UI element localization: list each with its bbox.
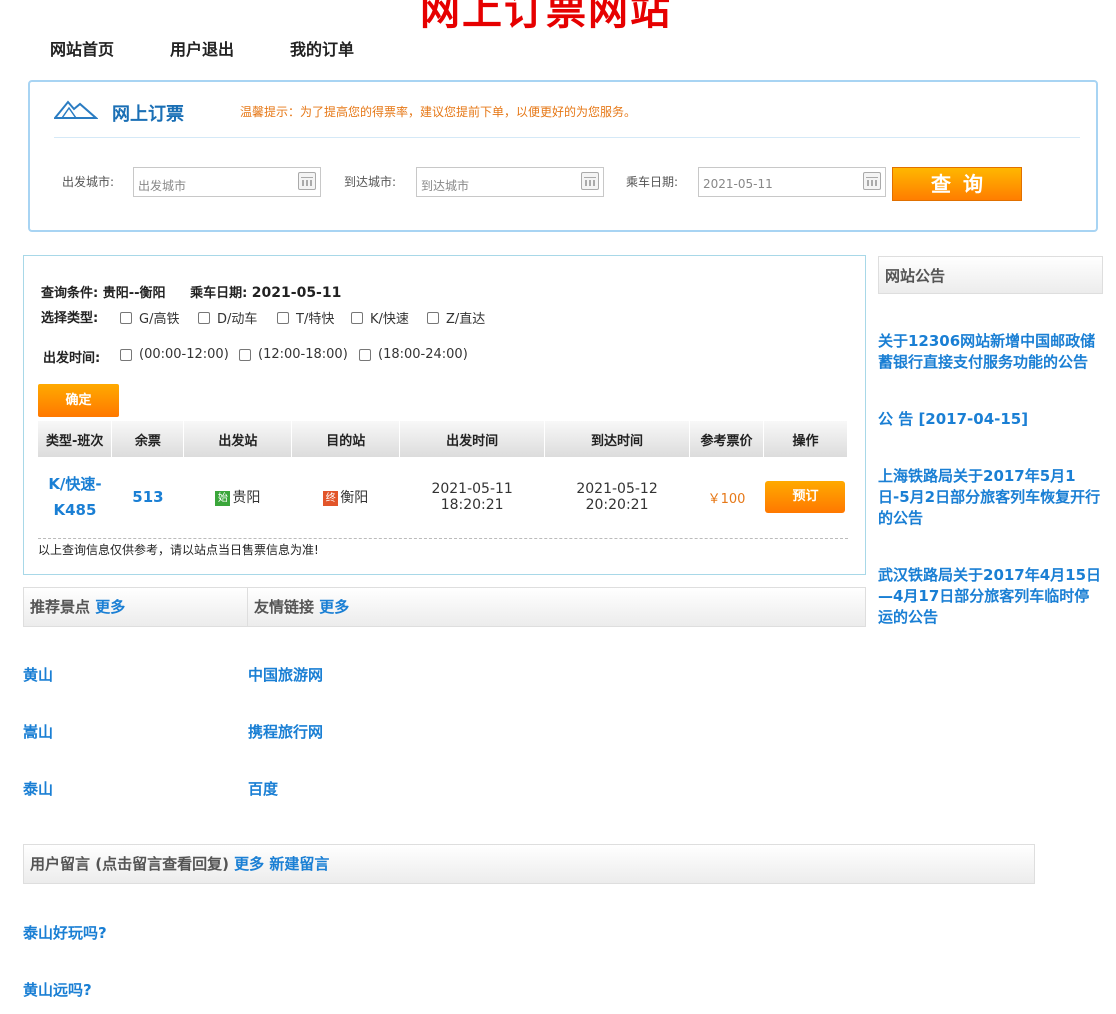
messages-header: 用户留言 (点击留言查看回复) 更多 新建留言 (23, 844, 1035, 884)
nav-logout[interactable]: 用户退出 (170, 36, 234, 60)
start-station-badge: 始 (215, 491, 231, 506)
type-checkbox-d[interactable]: D/动车 (198, 308, 257, 327)
message-item[interactable]: 黄山远吗? (23, 979, 92, 1000)
train-type[interactable]: K/快速- (38, 471, 112, 497)
type-filter-label: 选择类型: (41, 311, 99, 326)
time-checkbox-afternoon[interactable]: (12:00-18:00) (239, 347, 348, 362)
end-station-badge: 终 (323, 491, 339, 506)
col-price: 参考票价 (689, 421, 764, 457)
booking-header: 网上订票 温馨提示：为了提高您的得票率，建议您提前下单，以便更好的为您服务。 (54, 94, 1080, 138)
remaining-tickets: 513 (132, 488, 164, 506)
notice-item[interactable]: 武汉铁路局关于2017年4月15日—4月17日部分旅客列车临时停运的公告 (878, 565, 1103, 628)
condition-value: 贵阳--衡阳 (102, 286, 166, 301)
query-button[interactable]: 查询 (892, 167, 1022, 201)
checkbox[interactable] (198, 311, 210, 324)
calendar-icon[interactable] (581, 172, 599, 190)
to-city-label: 到达城市: (344, 175, 397, 189)
notice-item[interactable]: 公 告 [2017-04-15] (878, 409, 1103, 430)
from-city-input[interactable]: 出发城市 (133, 167, 321, 197)
to-city-placeholder: 到达城市 (421, 179, 470, 193)
booking-panel: 网上订票 温馨提示：为了提高您的得票率，建议您提前下单，以便更好的为您服务。 出… (28, 80, 1098, 232)
booking-tip: 温馨提示：为了提高您的得票率，建议您提前下单，以便更好的为您服务。 (240, 105, 637, 119)
checkbox[interactable] (120, 311, 132, 324)
ticket-price: ￥100 (707, 491, 746, 507)
checkbox[interactable] (427, 311, 439, 324)
train-table: 类型-班次 余票 出发站 目的站 出发时间 到达时间 参考票价 操作 K/快速-… (38, 421, 849, 537)
time-filter-label: 出发时间: (43, 351, 101, 366)
book-button[interactable]: 预订 (765, 481, 846, 513)
train-cell[interactable]: K/快速- K485 (38, 457, 112, 537)
col-train: 类型-班次 (38, 421, 113, 457)
arrive-time: 2021-05-12 20:20:21 (576, 481, 658, 513)
links-header: 友情链接 更多 (247, 587, 866, 627)
to-station: 衡阳 (340, 490, 369, 506)
checkbox[interactable] (359, 348, 371, 361)
mountain-icon (54, 100, 98, 119)
type-checkbox-z[interactable]: Z/直达 (427, 308, 485, 327)
from-city-label: 出发城市: (62, 175, 115, 189)
scenic-item[interactable]: 泰山 (23, 778, 53, 799)
notice-header: 网站公告 (878, 256, 1103, 294)
scenic-more-link[interactable]: 更多 (95, 598, 125, 616)
depart-time: 2021-05-11 18:20:21 (431, 481, 513, 513)
messages-title: 用户留言 (点击留言查看回复) (30, 855, 229, 873)
train-number[interactable]: K485 (38, 497, 112, 523)
scenic-header: 推荐景点 更多 (23, 587, 248, 627)
date-input[interactable]: 2021-05-11 (698, 167, 886, 197)
links-more-link[interactable]: 更多 (319, 598, 349, 616)
nav-home[interactable]: 网站首页 (50, 36, 114, 60)
checkbox[interactable] (351, 311, 363, 324)
type-checkbox-t[interactable]: T/特快 (277, 308, 334, 327)
checkbox[interactable] (277, 311, 289, 324)
notice-item[interactable]: 上海铁路局关于2017年5月1日-5月2日部分旅客列车恢复开行的公告 (878, 466, 1103, 529)
booking-title: 网上订票 (112, 104, 184, 125)
table-header-row: 类型-班次 余票 出发站 目的站 出发时间 到达时间 参考票价 操作 (38, 421, 849, 457)
friend-link[interactable]: 携程旅行网 (248, 721, 323, 742)
calendar-icon[interactable] (298, 172, 316, 190)
col-arrive: 到达时间 (544, 421, 690, 457)
disclaimer-note: 以上查询信息仅供参考，请以站点当日售票信息为准! (38, 538, 848, 558)
scenic-title: 推荐景点 (30, 598, 91, 616)
from-city-placeholder: 出发城市 (138, 179, 187, 193)
date-label: 乘车日期: (626, 175, 679, 189)
type-checkbox-k[interactable]: K/快速 (351, 308, 409, 327)
friend-link[interactable]: 百度 (248, 778, 278, 799)
type-checkbox-g[interactable]: G/高铁 (120, 308, 179, 327)
col-remaining: 余票 (111, 421, 185, 457)
condition-label: 查询条件: (41, 286, 99, 301)
message-item[interactable]: 泰山好玩吗? (23, 922, 107, 943)
notice-title: 网站公告 (885, 267, 946, 285)
query-condition: 查询条件: 贵阳--衡阳 乘车日期: 2021-05-11 (41, 282, 341, 301)
col-to: 目的站 (291, 421, 401, 457)
ride-date-value: 2021-05-11 (251, 285, 342, 301)
ride-date-label: 乘车日期: (190, 286, 248, 301)
table-row: K/快速- K485 513 始贵阳 终衡阳 2021-05-11 18:20:… (38, 457, 848, 537)
time-checkbox-evening[interactable]: (18:00-24:00) (359, 347, 468, 362)
col-depart: 出发时间 (399, 421, 546, 457)
to-city-input[interactable]: 到达城市 (416, 167, 604, 197)
col-from: 出发站 (183, 421, 293, 457)
main-nav: 网站首页 用户退出 我的订单 (50, 36, 410, 60)
calendar-icon[interactable] (863, 172, 881, 190)
friend-link[interactable]: 中国旅游网 (248, 664, 323, 685)
scenic-item[interactable]: 嵩山 (23, 721, 53, 742)
time-checkbox-morning[interactable]: (00:00-12:00) (120, 347, 229, 362)
notice-item[interactable]: 关于12306网站新增中国邮政储蓄银行直接支付服务功能的公告 (878, 331, 1103, 373)
links-title: 友情链接 (254, 598, 315, 616)
nav-orders[interactable]: 我的订单 (290, 36, 354, 60)
from-station: 贵阳 (232, 490, 261, 506)
results-panel: 查询条件: 贵阳--衡阳 乘车日期: 2021-05-11 选择类型: G/高铁… (23, 255, 866, 575)
date-value: 2021-05-11 (703, 177, 773, 191)
new-message-link[interactable]: 新建留言 (269, 855, 329, 873)
site-title: 网上订票网站 (420, 0, 672, 34)
col-action: 操作 (763, 421, 849, 457)
scenic-item[interactable]: 黄山 (23, 664, 53, 685)
checkbox[interactable] (239, 348, 251, 361)
checkbox[interactable] (120, 348, 132, 361)
messages-more-link[interactable]: 更多 (234, 855, 264, 873)
confirm-button[interactable]: 确定 (38, 384, 119, 417)
